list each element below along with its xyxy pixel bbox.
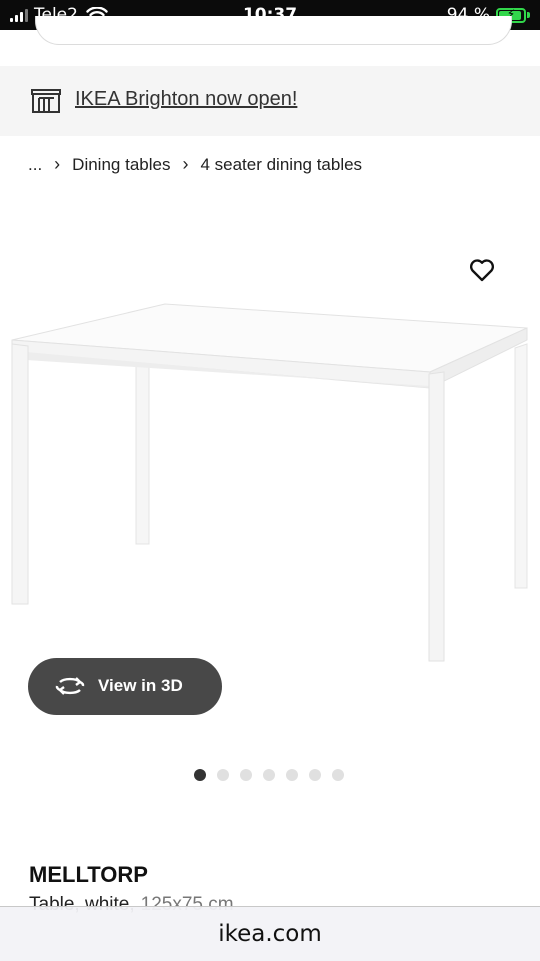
search-bar[interactable] [35, 16, 512, 45]
browser-address-bar[interactable]: ikea.com [0, 906, 540, 961]
battery-tip [527, 12, 530, 18]
pagination-dot[interactable] [263, 769, 275, 781]
breadcrumb-item-4-seater[interactable]: 4 seater dining tables [200, 155, 362, 175]
view-in-3d-button[interactable]: View in 3D [28, 658, 222, 715]
pagination-dot[interactable] [217, 769, 229, 781]
pagination-dot[interactable] [194, 769, 206, 781]
pagination-dot[interactable] [240, 769, 252, 781]
breadcrumb-item-dining-tables[interactable]: Dining tables [72, 155, 170, 175]
view-in-3d-label: View in 3D [98, 676, 183, 695]
product-image[interactable] [0, 240, 540, 680]
store-icon [31, 89, 61, 113]
store-banner-link[interactable]: IKEA Brighton now open! [75, 88, 297, 111]
product-name: MELLTORP [29, 862, 148, 887]
pagination-dot[interactable] [332, 769, 344, 781]
chevron-right-icon: › [54, 154, 61, 174]
pagination-dot[interactable] [286, 769, 298, 781]
store-banner[interactable]: IKEA Brighton now open! [0, 66, 540, 136]
url-text[interactable]: ikea.com [218, 921, 322, 947]
heart-icon[interactable] [469, 257, 495, 283]
breadcrumb: ... › Dining tables › 4 seater dining ta… [28, 154, 362, 175]
breadcrumb-ellipsis[interactable]: ... [28, 155, 42, 175]
chevron-right-icon: › [182, 154, 189, 174]
rotate-3d-icon [55, 677, 85, 695]
image-pagination [194, 769, 344, 781]
pagination-dot[interactable] [309, 769, 321, 781]
